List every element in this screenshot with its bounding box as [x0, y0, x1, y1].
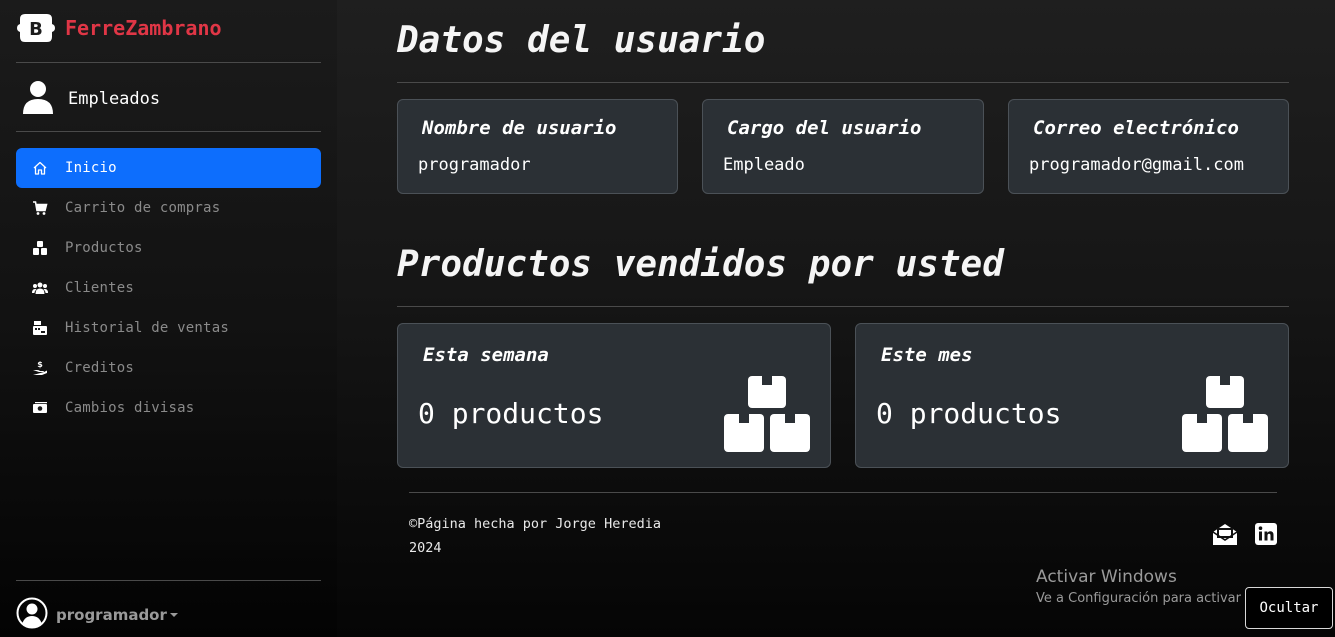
svg-text:$: $: [37, 360, 43, 369]
user-section: Empleados: [22, 80, 160, 118]
card-heading: Cargo del usuario: [727, 117, 922, 139]
user-role-card: Cargo del usuario Empleado: [702, 99, 984, 194]
card-value: 0 productos: [418, 397, 604, 430]
sidebar-item-label: Productos: [65, 240, 143, 256]
sidebar-item-label: Carrito de compras: [65, 200, 221, 216]
cart-icon: [32, 200, 48, 216]
brand[interactable]: B FerreZambrano: [16, 12, 222, 44]
divider: [397, 306, 1289, 307]
divider: [16, 131, 321, 132]
sidebar-item-label: Historial de ventas: [65, 320, 229, 336]
money-bill-icon: [32, 400, 48, 416]
caret-down-icon: [169, 613, 178, 617]
sidebar-item-label: Creditos: [65, 360, 135, 376]
profile-name: programador: [56, 606, 167, 624]
card-value: Empleado: [723, 155, 805, 175]
linkedin-icon[interactable]: [1254, 522, 1278, 550]
sidebar-item-productos[interactable]: Productos: [16, 228, 321, 268]
brand-name[interactable]: FerreZambrano: [65, 16, 222, 40]
card-value: 0 productos: [876, 397, 1062, 430]
footer-year: 2024: [409, 540, 442, 556]
sidebar-item-label: Inicio: [65, 160, 117, 176]
footer-credits: ©Página hecha por Jorge Heredia 2024: [409, 512, 709, 560]
hide-button[interactable]: Ocultar: [1245, 587, 1333, 629]
sidebar-item-carrito[interactable]: Carrito de compras: [16, 188, 321, 228]
sidebar-item-label: Clientes: [65, 280, 135, 296]
boxes-icon: [724, 376, 810, 456]
sidebar: B FerreZambrano Empleados Inicio Carrito…: [0, 0, 337, 637]
footer-social-links: [1212, 522, 1278, 550]
watermark-title: Activar Windows: [1036, 567, 1177, 587]
user-avatar-icon: [16, 597, 48, 633]
house-icon: [32, 160, 48, 176]
card-heading: Nombre de usuario: [422, 117, 617, 139]
card-heading: Esta semana: [423, 344, 549, 366]
sidebar-item-clientes[interactable]: Clientes: [16, 268, 321, 308]
card-heading: Correo electrónico: [1033, 117, 1239, 139]
sidebar-item-creditos[interactable]: $ Creditos: [16, 348, 321, 388]
footer-credit-line: ©Página hecha por Jorge Heredia: [409, 516, 661, 532]
monthly-sales-card: Este mes 0 productos: [855, 323, 1289, 468]
person-icon: [22, 80, 54, 118]
sidebar-item-historial[interactable]: Historial de ventas: [16, 308, 321, 348]
envelope-open-icon[interactable]: [1212, 522, 1238, 550]
svg-text:B: B: [29, 19, 43, 40]
sidebar-item-inicio[interactable]: Inicio: [16, 148, 321, 188]
profile-dropdown[interactable]: programador: [16, 597, 178, 633]
cash-register-icon: [32, 320, 48, 336]
section-title: Productos vendidos por usted: [397, 244, 1004, 285]
card-value: programador@gmail.com: [1029, 155, 1244, 175]
user-section-label: Empleados: [68, 89, 161, 109]
boxes-icon: [32, 240, 48, 256]
page-title: Datos del usuario: [397, 20, 766, 61]
users-icon: [32, 280, 48, 296]
sidebar-item-label: Cambios divisas: [65, 400, 195, 416]
footer-divider: [409, 492, 1277, 493]
boxes-icon: [1182, 376, 1268, 456]
divider: [16, 580, 321, 581]
sidebar-nav: Inicio Carrito de compras Productos Clie…: [16, 148, 321, 428]
user-name-card: Nombre de usuario programador: [397, 99, 678, 194]
hand-coin-icon: $: [32, 360, 48, 376]
weekly-sales-card: Esta semana 0 productos: [397, 323, 831, 468]
user-email-card: Correo electrónico programador@gmail.com: [1008, 99, 1289, 194]
card-value: programador: [418, 155, 531, 175]
divider: [16, 62, 321, 63]
sidebar-item-cambios-divisas[interactable]: Cambios divisas: [16, 388, 321, 428]
card-heading: Este mes: [881, 344, 973, 366]
bootstrap-logo-icon: B: [16, 12, 56, 44]
divider: [397, 82, 1289, 83]
